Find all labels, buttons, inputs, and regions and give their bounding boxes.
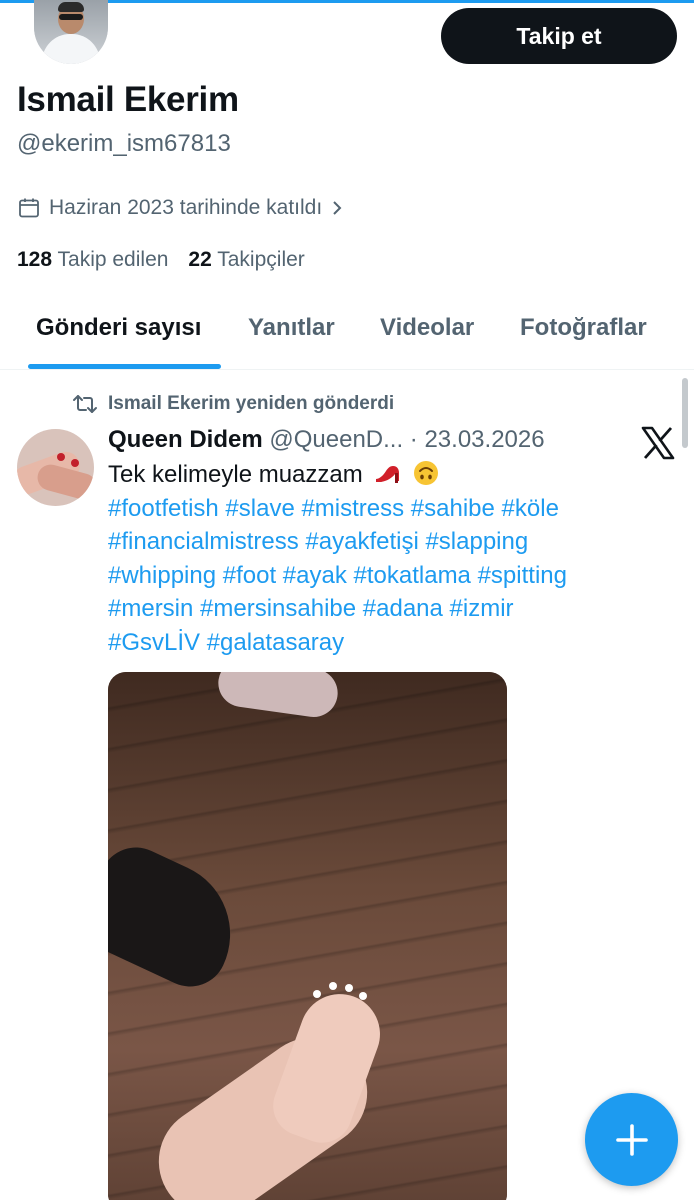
followers-label: Takipçiler (217, 248, 305, 271)
handle: @ekerim_ism67813 (17, 130, 231, 157)
hashtag-line[interactable]: #footfetish #slave #mistress #sahibe #kö… (108, 492, 678, 526)
hashtag-line[interactable]: #GsvLİV #galatasaray (108, 626, 678, 660)
follow-counts: 128 Takip edilen 22 Takipçiler (17, 248, 305, 272)
x-logo-icon (641, 426, 675, 460)
profile-page: Takip et Ismail Ekerim @ekerim_ism67813 … (0, 0, 694, 1200)
joined-date[interactable]: Haziran 2023 tarihinde katıldı (17, 193, 346, 223)
tweet-header: Queen Didem @QueenD... · 23.03.2026 (108, 426, 545, 454)
retweet-label: Ismail Ekerim yeniden gönderdi (108, 393, 395, 414)
following-label: Takip edilen (57, 248, 169, 271)
hashtag-line[interactable]: #financialmistress #ayakfetişi #slapping (108, 525, 678, 559)
tab-posts[interactable]: Gönderi sayısı (36, 314, 201, 342)
hashtag-line[interactable]: #mersin #mersinsahibe #adana #izmir (108, 592, 678, 626)
compose-button[interactable] (585, 1093, 678, 1186)
avatar[interactable] (34, 0, 108, 64)
following-count: 128 (17, 248, 53, 271)
tab-replies[interactable]: Yanıtlar (248, 314, 335, 342)
followers-count: 22 (188, 248, 212, 271)
plus-icon (615, 1123, 648, 1156)
tweet-media-video[interactable] (108, 672, 507, 1200)
scrollbar[interactable] (682, 378, 688, 448)
tweet-author-avatar[interactable] (17, 429, 94, 506)
chevron-right-icon (333, 201, 342, 215)
upside-down-face-emoji-icon (414, 461, 439, 485)
retweet-indicator[interactable]: Ismail Ekerim yeniden gönderdi (72, 393, 394, 415)
joined-label: Haziran 2023 tarihinde katıldı (49, 196, 323, 219)
tweet-text: Tek kelimeyle muazzam #footfetish #slave… (108, 458, 678, 660)
follow-button[interactable]: Takip et (441, 8, 677, 64)
active-tab-indicator (28, 364, 221, 369)
tab-videos[interactable]: Videolar (380, 314, 474, 342)
hashtag-line[interactable]: #whipping #foot #ayak #tokatlama #spitti… (108, 559, 678, 593)
tab-photos[interactable]: Fotoğraflar (520, 314, 647, 342)
retweet-icon (73, 395, 97, 413)
tweet-author-name[interactable]: Queen Didem (108, 426, 263, 453)
followers-link[interactable]: 22 Takipçiler (188, 248, 304, 272)
following-link[interactable]: 128 Takip edilen (17, 248, 168, 272)
profile-tabs: Gönderi sayısı Yanıtlar Videolar Fotoğra… (0, 300, 694, 370)
high-heel-emoji-icon (376, 466, 400, 483)
tweet-body: Tek kelimeyle muazzam (108, 461, 363, 488)
tweet-hashtags[interactable]: #footfetish #slave #mistress #sahibe #kö… (108, 492, 678, 660)
display-name: Ismail Ekerim (17, 80, 239, 119)
calendar-icon (19, 198, 39, 218)
tweet-meta: @QueenD... · 23.03.2026 (269, 426, 545, 453)
